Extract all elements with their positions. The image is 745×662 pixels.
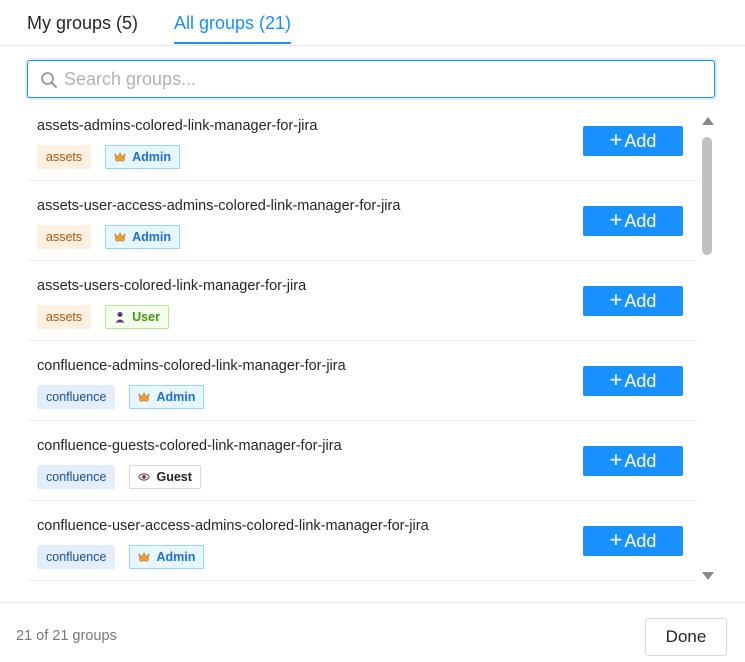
group-name: confluence-admins-colored-link-manager-f… <box>37 358 346 374</box>
add-group-button[interactable]: + Add <box>583 526 683 556</box>
role-badge: User <box>105 305 169 329</box>
tab-bar: My groups (5) All groups (21) <box>0 0 745 46</box>
add-group-button[interactable]: + Add <box>583 286 683 316</box>
role-label: Admin <box>132 230 172 244</box>
add-group-button[interactable]: + Add <box>583 366 683 396</box>
scroll-up-arrow-icon[interactable] <box>702 117 714 125</box>
product-tag: assets <box>37 305 92 329</box>
tab-all-groups[interactable]: All groups (21) <box>174 12 292 44</box>
role-badge: Admin <box>129 545 205 569</box>
plus-icon: + <box>609 206 623 232</box>
plus-icon: + <box>609 446 623 472</box>
search-icon <box>41 72 57 88</box>
list-item: assets-users-colored-link-manager-for-ji… <box>27 261 699 341</box>
product-tag: confluence <box>37 545 116 569</box>
add-group-button[interactable]: + Add <box>583 446 683 476</box>
role-label: Admin <box>132 150 172 164</box>
role-badge: Guest <box>129 465 201 489</box>
scrollbar[interactable] <box>700 117 714 583</box>
person-icon <box>115 312 125 323</box>
role-badge: Admin <box>129 385 205 409</box>
footer: 21 of 21 groups Done <box>0 602 745 662</box>
plus-icon: + <box>609 286 623 312</box>
role-label: User <box>132 310 160 324</box>
add-group-button[interactable]: + Add <box>583 126 683 156</box>
product-tag: assets <box>37 145 92 169</box>
role-badge: Admin <box>105 225 181 249</box>
list-item: confluence-guests-colored-link-manager-f… <box>27 421 699 501</box>
done-button[interactable]: Done <box>645 618 727 656</box>
list-item: confluence-user-access-admins-colored-li… <box>27 501 699 581</box>
plus-icon: + <box>609 126 623 152</box>
scrollbar-thumb[interactable] <box>702 137 712 255</box>
search-box <box>27 60 715 98</box>
plus-icon: + <box>609 366 623 392</box>
role-label: Guest <box>156 470 192 484</box>
role-label: Admin <box>156 550 196 564</box>
product-tag: assets <box>37 225 92 249</box>
crown-icon <box>139 552 150 562</box>
eye-icon <box>139 473 150 481</box>
tab-my-groups[interactable]: My groups (5) <box>27 12 138 34</box>
crown-icon <box>114 152 126 162</box>
group-name: assets-admins-colored-link-manager-for-j… <box>37 118 318 134</box>
group-name: confluence-guests-colored-link-manager-f… <box>37 438 342 454</box>
plus-icon: + <box>609 526 623 552</box>
product-tag: confluence <box>37 385 116 409</box>
group-name: confluence-user-access-admins-colored-li… <box>37 518 429 534</box>
crown-icon <box>114 232 126 242</box>
crown-icon <box>139 392 150 402</box>
role-badge: Admin <box>105 145 181 169</box>
group-list: assets-admins-colored-link-manager-for-j… <box>27 101 699 581</box>
group-count: 21 of 21 groups <box>16 628 117 644</box>
list-item: assets-admins-colored-link-manager-for-j… <box>27 101 699 181</box>
product-tag: confluence <box>37 465 116 489</box>
search-input[interactable] <box>64 61 704 97</box>
add-group-button[interactable]: + Add <box>583 206 683 236</box>
list-item: confluence-admins-colored-link-manager-f… <box>27 341 699 421</box>
list-item: assets-user-access-admins-colored-link-m… <box>27 181 699 261</box>
scroll-down-arrow-icon[interactable] <box>702 572 714 580</box>
group-name: assets-users-colored-link-manager-for-ji… <box>37 278 307 294</box>
group-name: assets-user-access-admins-colored-link-m… <box>37 198 401 214</box>
role-label: Admin <box>156 390 196 404</box>
